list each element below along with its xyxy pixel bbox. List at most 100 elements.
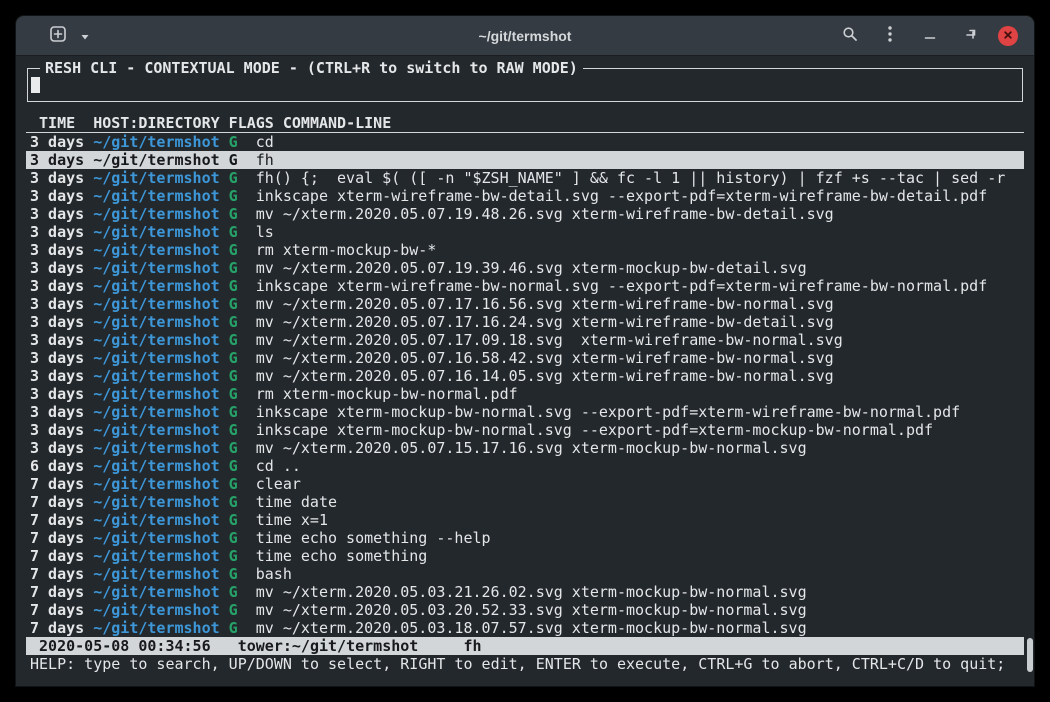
search-icon bbox=[842, 26, 858, 45]
row-time: 3 days bbox=[30, 259, 93, 277]
row-command: cd bbox=[256, 133, 1024, 151]
history-row[interactable]: 3 days~/git/termshotGmv ~/xterm.2020.05.… bbox=[26, 439, 1024, 457]
close-icon bbox=[1002, 28, 1014, 44]
history-row[interactable]: 3 days~/git/termshotGls bbox=[26, 223, 1024, 241]
row-time: 7 days bbox=[30, 619, 93, 637]
row-directory: ~/git/termshot bbox=[93, 187, 228, 205]
history-row[interactable]: 6 days~/git/termshotGcd .. bbox=[26, 457, 1024, 475]
history-row[interactable]: 3 days~/git/termshotGmv ~/xterm.2020.05.… bbox=[26, 205, 1024, 223]
row-directory: ~/git/termshot bbox=[93, 205, 228, 223]
row-time: 3 days bbox=[30, 169, 93, 187]
row-time: 3 days bbox=[30, 349, 93, 367]
row-flags: G bbox=[229, 205, 256, 223]
row-directory: ~/git/termshot bbox=[93, 403, 228, 421]
scrollbar-thumb[interactable] bbox=[1027, 638, 1033, 672]
history-row[interactable]: 3 days~/git/termshotGinkscape xterm-mock… bbox=[26, 421, 1024, 439]
row-time: 3 days bbox=[30, 295, 93, 313]
history-row[interactable]: 3 days~/git/termshotGmv ~/xterm.2020.05.… bbox=[26, 259, 1024, 277]
history-row[interactable]: 3 days~/git/termshotGrm xterm-mockup-bw-… bbox=[26, 241, 1024, 259]
row-time: 7 days bbox=[30, 529, 93, 547]
row-command: mv ~/xterm.2020.05.07.16.58.42.svg xterm… bbox=[256, 349, 1024, 367]
history-row[interactable]: 7 days~/git/termshotGmv ~/xterm.2020.05.… bbox=[26, 601, 1024, 619]
row-command: mv ~/xterm.2020.05.07.17.16.24.svg xterm… bbox=[256, 313, 1024, 331]
history-row[interactable]: 3 days~/git/termshotGmv ~/xterm.2020.05.… bbox=[26, 331, 1024, 349]
row-flags: G bbox=[229, 529, 256, 547]
history-row[interactable]: 7 days~/git/termshotGbash bbox=[26, 565, 1024, 583]
history-row[interactable]: 3 days~/git/termshotGinkscape xterm-mock… bbox=[26, 403, 1024, 421]
row-directory: ~/git/termshot bbox=[93, 223, 228, 241]
history-row[interactable]: 7 days~/git/termshotGmv ~/xterm.2020.05.… bbox=[26, 619, 1024, 637]
history-list: 3 days~/git/termshotGcd3 days~/git/terms… bbox=[26, 133, 1024, 637]
row-flags: G bbox=[229, 601, 256, 619]
row-directory: ~/git/termshot bbox=[93, 385, 228, 403]
row-directory: ~/git/termshot bbox=[93, 313, 228, 331]
row-time: 3 days bbox=[30, 241, 93, 259]
history-row[interactable]: 7 days~/git/termshotGtime x=1 bbox=[26, 511, 1024, 529]
history-row[interactable]: 7 days~/git/termshotGclear bbox=[26, 475, 1024, 493]
row-directory: ~/git/termshot bbox=[93, 259, 228, 277]
kebab-menu-icon bbox=[888, 26, 892, 45]
row-flags: G bbox=[229, 133, 256, 151]
chevron-down-icon bbox=[80, 28, 90, 44]
history-row[interactable]: 7 days~/git/termshotGtime echo something bbox=[26, 547, 1024, 565]
row-flags: G bbox=[229, 565, 256, 583]
row-directory: ~/git/termshot bbox=[93, 421, 228, 439]
row-directory: ~/git/termshot bbox=[93, 529, 228, 547]
history-row[interactable]: 3 days~/git/termshotGmv ~/xterm.2020.05.… bbox=[26, 367, 1024, 385]
history-row[interactable]: 7 days~/git/termshotGtime echo something… bbox=[26, 529, 1024, 547]
row-time: 3 days bbox=[30, 151, 93, 169]
history-column-header: TIME HOST:DIRECTORY FLAGS COMMAND-LINE bbox=[26, 114, 1024, 133]
titlebar[interactable]: ~/git/termshot bbox=[16, 16, 1034, 56]
row-command: mv ~/xterm.2020.05.07.19.39.46.svg xterm… bbox=[256, 259, 1024, 277]
history-row[interactable]: 3 days~/git/termshotGinkscape xterm-wire… bbox=[26, 187, 1024, 205]
search-button[interactable] bbox=[838, 24, 862, 48]
row-command: inkscape xterm-wireframe-bw-normal.svg -… bbox=[256, 277, 1024, 295]
history-row[interactable]: 3 days~/git/termshotGrm xterm-mockup-bw-… bbox=[26, 385, 1024, 403]
row-flags: G bbox=[229, 331, 256, 349]
row-flags: G bbox=[229, 277, 256, 295]
row-directory: ~/git/termshot bbox=[93, 169, 228, 187]
history-row[interactable]: 3 days~/git/termshotGmv ~/xterm.2020.05.… bbox=[26, 295, 1024, 313]
resh-search-box: RESH CLI - CONTEXTUAL MODE - (CTRL+R to … bbox=[27, 68, 1023, 102]
row-command: mv ~/xterm.2020.05.03.20.52.33.svg xterm… bbox=[256, 601, 1024, 619]
history-row[interactable]: 3 days~/git/termshotGinkscape xterm-wire… bbox=[26, 277, 1024, 295]
row-directory: ~/git/termshot bbox=[93, 457, 228, 475]
menu-button[interactable] bbox=[878, 24, 902, 48]
history-row[interactable]: 3 days~/git/termshotGmv ~/xterm.2020.05.… bbox=[26, 349, 1024, 367]
history-row[interactable]: 7 days~/git/termshotGtime date bbox=[26, 493, 1024, 511]
row-directory: ~/git/termshot bbox=[93, 241, 228, 259]
history-row[interactable]: 3 days~/git/termshotGcd bbox=[26, 133, 1024, 151]
row-flags: G bbox=[229, 439, 256, 457]
history-row[interactable]: 7 days~/git/termshotGmv ~/xterm.2020.05.… bbox=[26, 583, 1024, 601]
row-flags: G bbox=[229, 457, 256, 475]
row-time: 3 days bbox=[30, 223, 93, 241]
close-button[interactable] bbox=[998, 26, 1018, 46]
tab-list-dropdown[interactable] bbox=[73, 24, 97, 48]
history-row[interactable]: 3 days~/git/termshotGfh() {; eval $( ([ … bbox=[26, 169, 1024, 187]
row-command: mv ~/xterm.2020.05.07.16.14.05.svg xterm… bbox=[256, 367, 1024, 385]
row-command: mv ~/xterm.2020.05.07.17.09.18.svg xterm… bbox=[256, 331, 1024, 349]
row-time: 7 days bbox=[30, 493, 93, 511]
row-time: 3 days bbox=[30, 367, 93, 385]
row-command: time x=1 bbox=[256, 511, 1024, 529]
row-command: ls bbox=[256, 223, 1024, 241]
history-row[interactable]: 3 days~/git/termshotGmv ~/xterm.2020.05.… bbox=[26, 313, 1024, 331]
row-command: fh bbox=[256, 151, 1024, 169]
row-flags: G bbox=[229, 349, 256, 367]
new-tab-button[interactable] bbox=[46, 24, 70, 48]
resh-mode-title: RESH CLI - CONTEXTUAL MODE - (CTRL+R to … bbox=[40, 59, 583, 77]
row-flags: G bbox=[229, 385, 256, 403]
history-row-selected[interactable]: 3 days~/git/termshotGfh bbox=[26, 151, 1024, 169]
minimize-button[interactable] bbox=[918, 24, 942, 48]
row-time: 3 days bbox=[30, 385, 93, 403]
row-flags: G bbox=[229, 169, 256, 187]
row-time: 7 days bbox=[30, 475, 93, 493]
row-directory: ~/git/termshot bbox=[93, 151, 228, 169]
row-flags: G bbox=[229, 619, 256, 637]
maximize-button[interactable] bbox=[958, 24, 982, 48]
row-time: 6 days bbox=[30, 457, 93, 475]
status-bar: 2020-05-08 00:34:56 tower:~/git/termshot… bbox=[26, 637, 1024, 655]
row-command: inkscape xterm-wireframe-bw-detail.svg -… bbox=[256, 187, 1024, 205]
row-time: 7 days bbox=[30, 565, 93, 583]
row-flags: G bbox=[229, 511, 256, 529]
